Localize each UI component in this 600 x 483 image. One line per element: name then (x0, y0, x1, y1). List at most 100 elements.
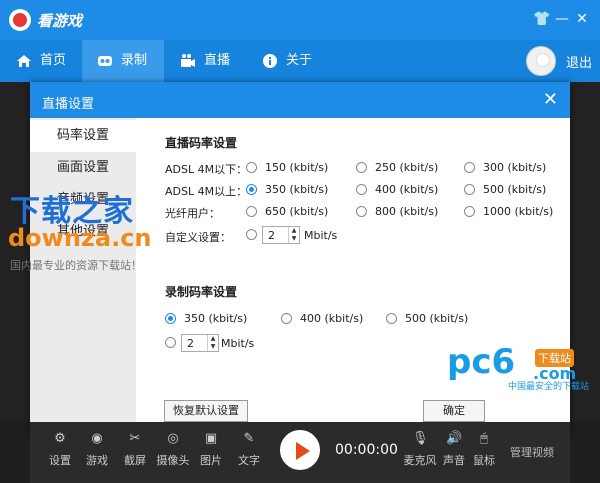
tool-webcam[interactable]: ◎ 摄像头 (153, 432, 193, 468)
sidebar-item-bitrate[interactable]: 码率设置 (30, 120, 136, 152)
close-button[interactable]: ✕ (572, 9, 592, 29)
live-custom-stepper[interactable]: 2 ▲ ▼ (262, 226, 300, 244)
gamepad-icon: ◉ (91, 431, 103, 446)
radio-button[interactable] (165, 337, 176, 348)
record-start-button[interactable] (280, 430, 320, 470)
radio-label: 1000 (kbit/s) (483, 205, 554, 218)
nav-item-live[interactable]: 直播 (180, 40, 244, 82)
radio-button-selected[interactable] (165, 313, 176, 324)
microphone-icon: 🎙 (412, 431, 429, 446)
nav-item-home[interactable]: 首页 (16, 40, 80, 82)
stepper-arrows-icon[interactable]: ▲ ▼ (207, 335, 218, 351)
radio-live-350[interactable]: 350 (kbit/s) (246, 183, 328, 196)
nav-bar: 首页 录制 直播 关于 (0, 40, 600, 82)
radio-live-800[interactable]: 800 (kbit/s) (356, 205, 438, 218)
radio-record-500[interactable]: 500 (kbit/s) (386, 312, 468, 325)
nav-item-record[interactable]: 录制 (82, 40, 164, 82)
tool-settings[interactable]: ⚙ 设置 (40, 432, 80, 468)
radio-live-400[interactable]: 400 (kbit/s) (356, 183, 438, 196)
dialog-title: 直播设置 (42, 97, 95, 112)
nav-item-about[interactable]: 关于 (262, 40, 326, 82)
skin-icon[interactable]: 👕 (532, 9, 552, 29)
ok-button[interactable]: 确定 (423, 400, 485, 422)
dialog-close-icon[interactable]: ✕ (543, 89, 558, 110)
radio-label: 350 (kbit/s) (265, 183, 329, 196)
radio-record-400[interactable]: 400 (kbit/s) (281, 312, 363, 325)
nav-item-label: 首页 (40, 53, 67, 68)
radio-live-250[interactable]: 250 (kbit/s) (356, 161, 438, 174)
tool-text[interactable]: ✎ 文字 (229, 432, 269, 468)
tool-screenshot[interactable]: ✂ 截屏 (115, 432, 155, 468)
info-icon (263, 54, 277, 68)
dialog-sidebar: 码率设置 画面设置 音频设置 其他设置 (30, 118, 136, 435)
radio-live-1000[interactable]: 1000 (kbit/s) (464, 205, 553, 218)
radio-button[interactable] (464, 206, 475, 217)
radio-label: 250 (kbit/s) (375, 161, 439, 174)
radio-label: 500 (kbit/s) (405, 312, 469, 325)
tool-label: 截屏 (124, 454, 146, 467)
record-custom-stepper[interactable]: 2 ▲ ▼ (181, 334, 219, 352)
radio-button[interactable] (246, 206, 257, 217)
radio-live-300[interactable]: 300 (kbit/s) (464, 161, 546, 174)
nav-item-label: 直播 (204, 53, 231, 68)
bottom-toolbar: ⚙ 设置 ◉ 游戏 ✂ 截屏 ◎ 摄像头 ▣ 图片 ✎ 文字 00:00:00 🎙 麦克风 🔊… (30, 422, 570, 483)
tool-label: 鼠标 (473, 454, 495, 467)
tool-label: 图片 (200, 454, 222, 467)
radio-label: 400 (kbit/s) (300, 312, 364, 325)
image-icon: ▣ (204, 431, 218, 446)
radio-button[interactable] (246, 229, 257, 240)
radio-live-500[interactable]: 500 (kbit/s) (464, 183, 546, 196)
logout-link[interactable]: 退出 (566, 52, 592, 71)
watermark-pc6: pc6 (447, 342, 516, 382)
tool-label: 游戏 (86, 454, 108, 467)
speaker-icon: 🔊 (446, 431, 463, 446)
title-bar: 看游戏 👕 — ✕ (0, 0, 600, 40)
radio-button[interactable] (356, 184, 367, 195)
radio-live-150[interactable]: 150 (kbit/s) (246, 161, 328, 174)
stepper-arrows-icon[interactable]: ▲ ▼ (288, 227, 299, 243)
radio-label: 350 (kbit/s) (184, 312, 248, 325)
radio-label: 400 (kbit/s) (375, 183, 439, 196)
radio-button[interactable] (246, 162, 257, 173)
custom-unit: Mbit/s (304, 229, 338, 242)
radio-button[interactable] (356, 206, 367, 217)
tool-mouse[interactable]: 🖱 鼠标 (464, 432, 504, 468)
record-timer: 00:00:00 (335, 442, 398, 458)
watermark-downza-slogan: 国内最专业的资源下载站！ (10, 259, 142, 272)
record-custom-unit: Mbit/s (221, 337, 255, 350)
radio-button[interactable] (386, 313, 397, 324)
restore-defaults-button[interactable]: 恢复默认设置 (164, 400, 248, 422)
radio-button[interactable] (281, 313, 292, 324)
app-logo-icon (9, 9, 31, 31)
live-bitrate-title: 直播码率设置 (165, 136, 238, 150)
custom-label: 自定义设置： (165, 231, 231, 244)
radio-button[interactable] (356, 162, 367, 173)
tool-label: 设置 (49, 454, 71, 467)
tool-label: 文字 (238, 454, 260, 467)
tool-game[interactable]: ◉ 游戏 (77, 432, 117, 468)
nav-item-label: 关于 (286, 53, 313, 68)
radio-button-selected[interactable] (246, 184, 257, 195)
radio-label: 800 (kbit/s) (375, 205, 439, 218)
scissors-icon: ✂ (129, 431, 141, 446)
home-icon (17, 55, 31, 67)
tool-label: 摄像头 (156, 454, 190, 467)
radio-button[interactable] (464, 184, 475, 195)
bitrate-settings-panel: 直播码率设置 ADSL 4M以下： 150 (kbit/s) 250 (kbit… (136, 118, 570, 435)
tool-label: 麦克风 (403, 454, 437, 467)
tool-label: 声音 (443, 454, 465, 467)
tool-image[interactable]: ▣ 图片 (191, 432, 231, 468)
dialog-header: 直播设置 ✕ (30, 82, 570, 118)
watermark-pc6-slogan: 中国最安全的下载站 (508, 382, 590, 392)
radio-label: 500 (kbit/s) (483, 183, 547, 196)
minimize-button[interactable]: — (552, 9, 572, 29)
radio-record-350[interactable]: 350 (kbit/s) (165, 312, 247, 325)
radio-live-650[interactable]: 650 (kbit/s) (246, 205, 328, 218)
manage-videos-link[interactable]: 管理视频 (510, 444, 554, 460)
radio-label: 150 (kbit/s) (265, 161, 329, 174)
nav-item-label: 录制 (121, 53, 148, 68)
sidebar-item-video[interactable]: 画面设置 (30, 152, 136, 184)
radio-button[interactable] (464, 162, 475, 173)
avatar[interactable] (526, 46, 556, 76)
radio-label: 650 (kbit/s) (265, 205, 329, 218)
